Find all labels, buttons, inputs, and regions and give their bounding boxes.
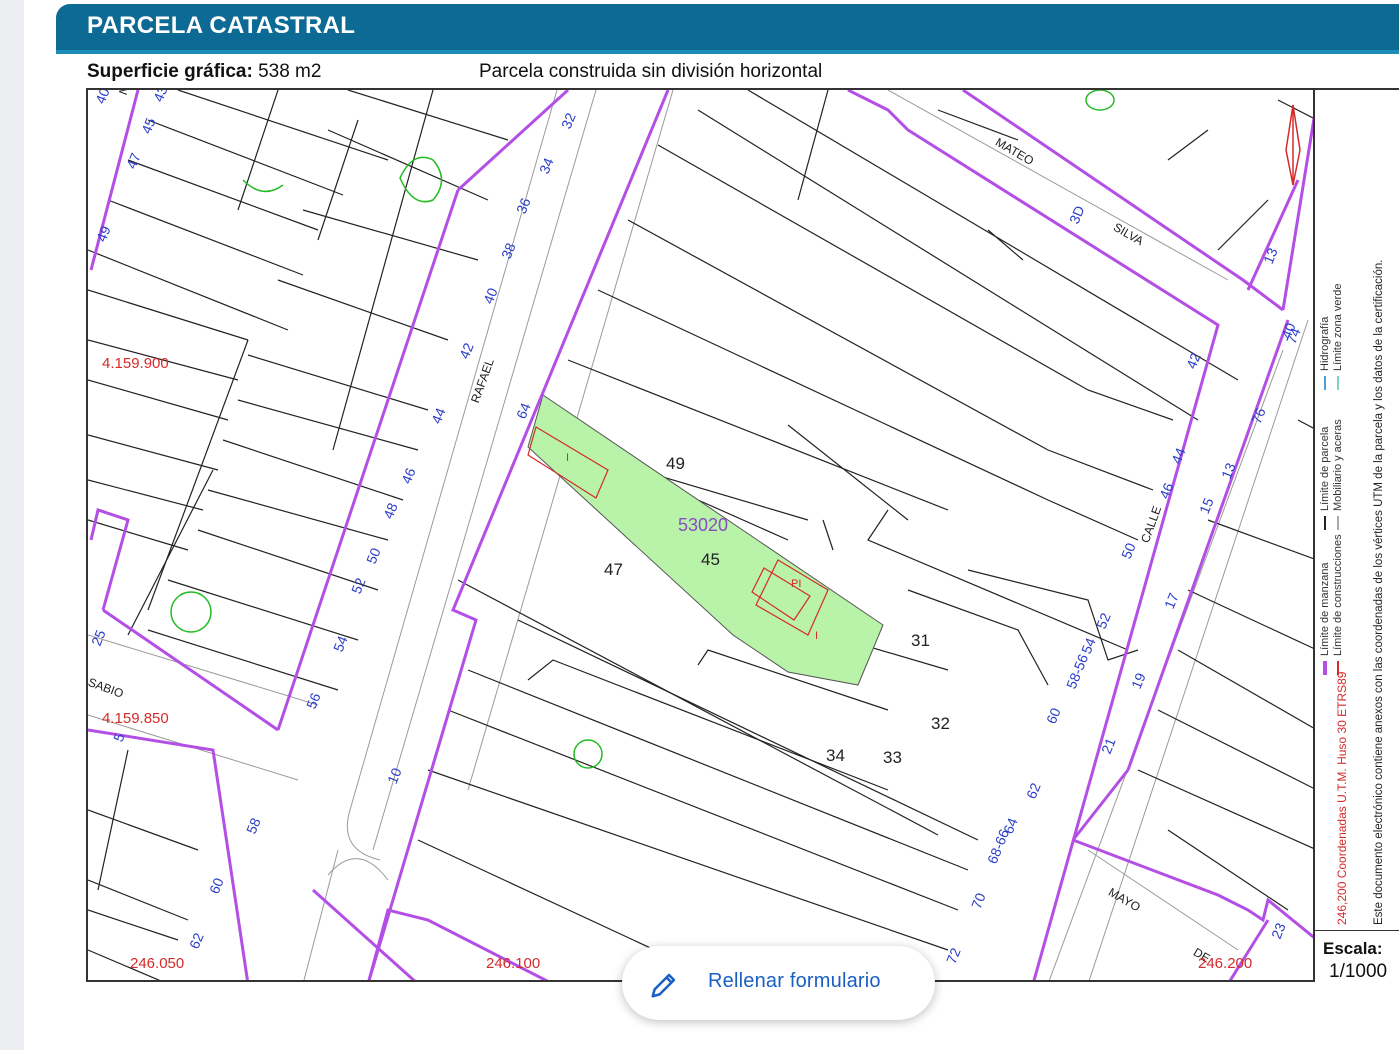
legend-rotated: Límite de manzana Límite de construccion… <box>1315 105 1399 925</box>
section-title: PARCELA CATASTRAL <box>87 12 356 39</box>
scale-label: Escala: <box>1323 939 1383 958</box>
legend-item: Límite de parcela <box>1319 427 1331 530</box>
legend-item: Hidrografía <box>1319 317 1331 390</box>
parcel-number: 45 <box>701 550 720 569</box>
parcel-number: 31 <box>911 631 930 650</box>
pencil-icon <box>651 973 676 998</box>
floor-label: I <box>815 630 819 642</box>
section-header: PARCELA CATASTRAL <box>56 4 1399 54</box>
surface-label: Superficie gráfica: <box>87 61 253 82</box>
parcel-number: 49 <box>666 454 685 473</box>
block-limit-swatch <box>1323 661 1327 675</box>
legend-panel: Límite de manzana Límite de construccion… <box>1315 88 1399 982</box>
legend-item: Mobiliario y aceras <box>1332 419 1344 530</box>
hydrography-swatch <box>1324 376 1326 390</box>
utm-note: 246,200 Coordenadas U.T.M. Huso 30 ETRS8… <box>1335 671 1349 925</box>
parcel-number: 34 <box>826 746 845 765</box>
fill-form-label: Rellenar formulario <box>708 970 881 992</box>
furniture-swatch <box>1337 516 1339 530</box>
legend-item: Límite de construcciones <box>1332 534 1344 675</box>
fill-form-button[interactable]: Rellenar formulario <box>622 946 935 1020</box>
left-gutter <box>0 0 24 1050</box>
certification-note: Este documento electrónico contiene anex… <box>1373 259 1385 925</box>
floor-label: PI <box>791 578 802 590</box>
parcel-number: 32 <box>931 714 950 733</box>
utm-coordinate: 4.159.900 <box>102 355 169 372</box>
green-zones <box>170 90 1115 769</box>
surface-info: Superficie gráfica: 538 m2 <box>87 61 321 83</box>
scale-value: 1/1000 <box>1329 961 1388 982</box>
parcel-status: Parcela construida sin división horizont… <box>479 61 823 82</box>
scale-box: Escala: 1/1000 <box>1315 930 1399 983</box>
parcel-number: 47 <box>604 560 623 579</box>
parcel-limit-swatch <box>1324 516 1326 530</box>
legend-item: Límite de manzana <box>1319 562 1331 675</box>
utm-coordinate: 246.100 <box>486 955 541 972</box>
utm-coordinate: 4.159.850 <box>102 710 169 727</box>
parcel-number: 33 <box>883 748 902 767</box>
cadastral-map[interactable]: 40 43 45 47 49 32 34 36 38 40 42 44 46 48 50 52 54 56 58 60… <box>86 88 1315 982</box>
green-zone-swatch <box>1337 376 1339 390</box>
utm-coordinate: 246.200 <box>1198 955 1253 972</box>
legend-item: Límite zona verde <box>1332 284 1344 390</box>
north-arrow <box>1285 104 1301 186</box>
floor-label: I <box>566 452 570 464</box>
utm-coordinate: 246.050 <box>130 955 185 972</box>
surface-value: 538 m2 <box>258 61 322 82</box>
parcel-reference: 53020 <box>678 515 729 535</box>
